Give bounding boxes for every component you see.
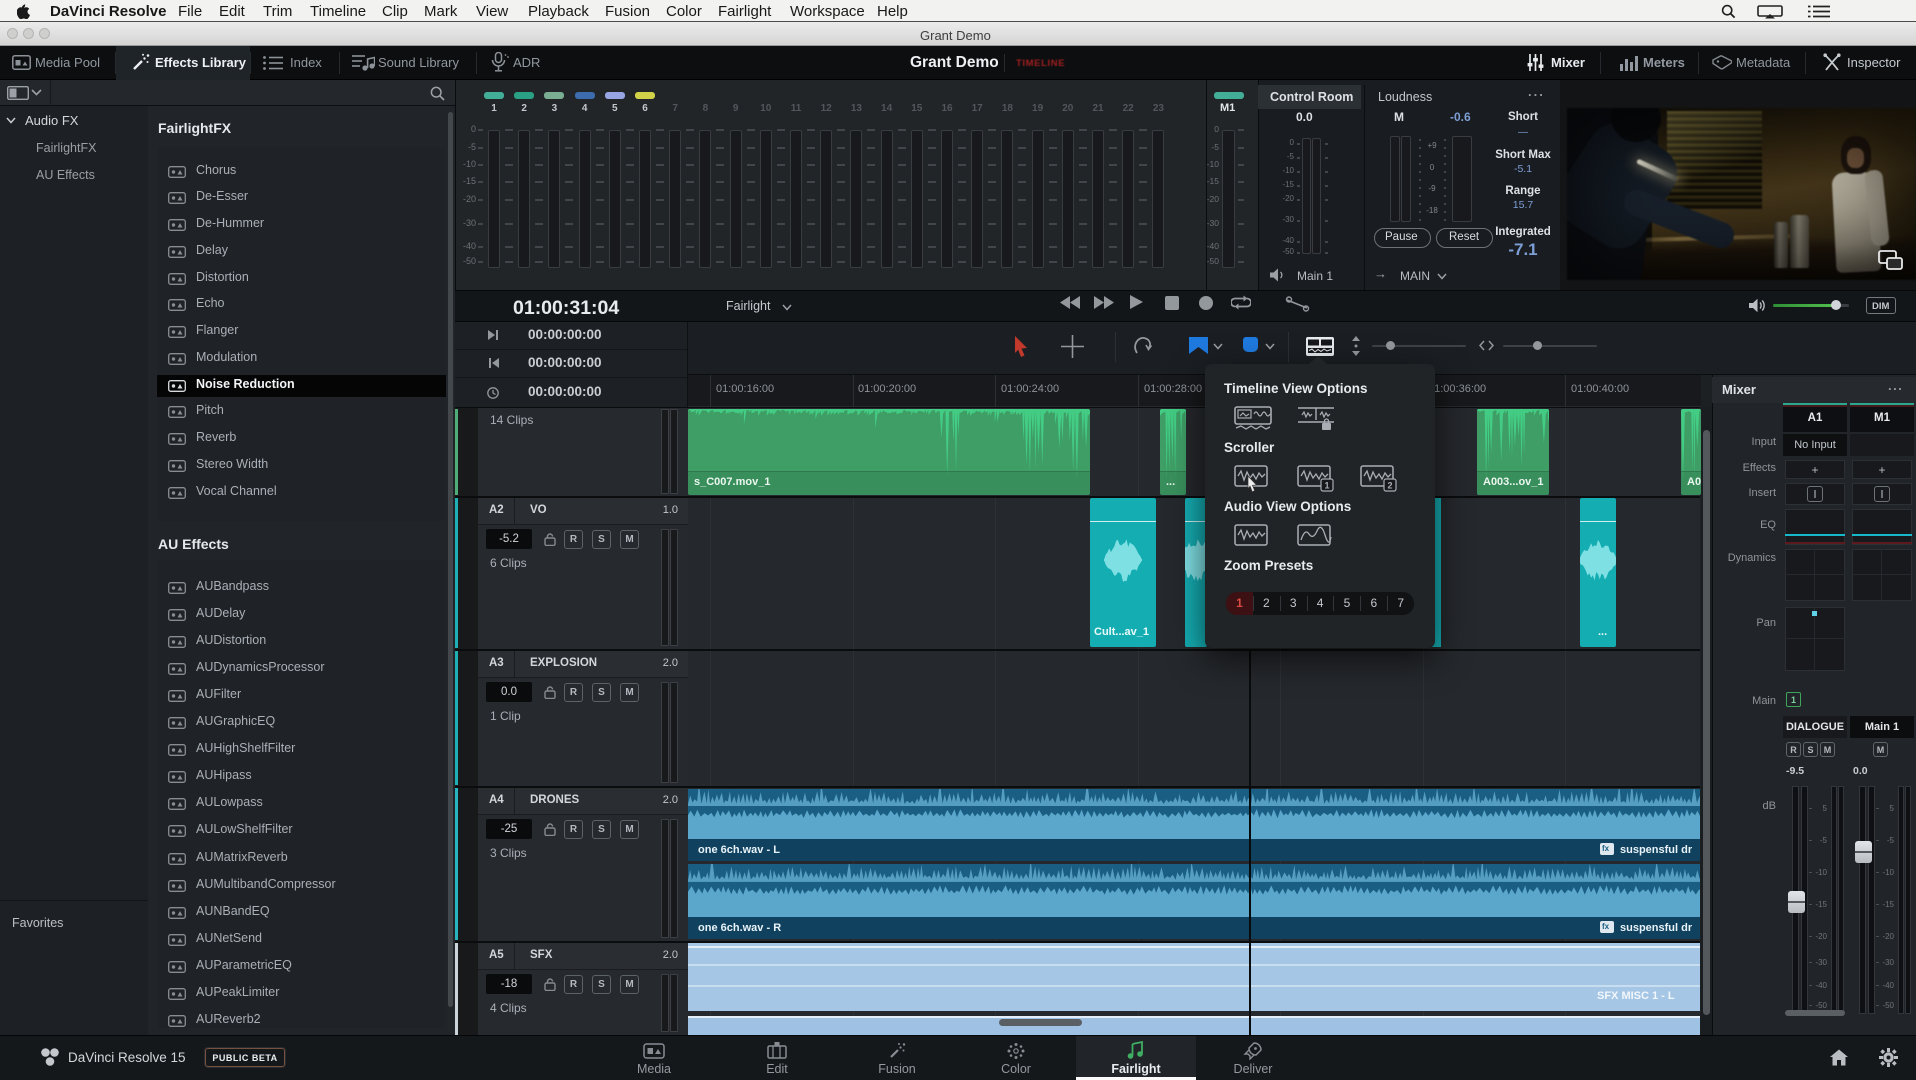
svg-text:2: 2 <box>1387 481 1392 491</box>
svg-text:1: 1 <box>1324 481 1329 491</box>
